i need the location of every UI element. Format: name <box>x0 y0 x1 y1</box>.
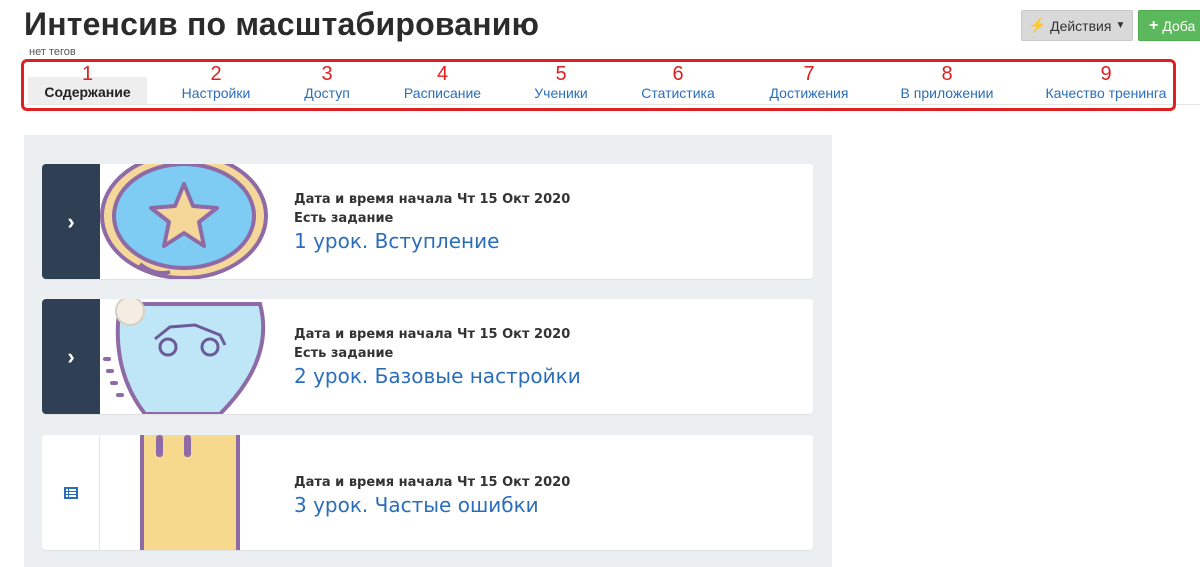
chevron-right-icon[interactable]: › <box>42 299 100 414</box>
lesson-date: Дата и время начала Чт 15 Окт 2020 <box>294 327 571 342</box>
lesson-title-link[interactable]: 3 урок. Частые ошибки <box>294 493 570 517</box>
list-icon[interactable] <box>42 435 100 550</box>
caret-down-icon: ▼ <box>1115 20 1126 31</box>
rocket-car-shield-icon <box>100 299 288 414</box>
lesson-card[interactable]: › Дата и время начала Чт 15 Окт 2020 Ест… <box>42 164 813 279</box>
lesson-card[interactable]: › Дата и время начала Чт 15 Окт 2020 Ест… <box>42 299 813 414</box>
lesson-card[interactable]: Дата и время начала Чт 15 Окт 2020 3 уро… <box>42 435 813 550</box>
add-label: Доба <box>1162 17 1196 34</box>
star-badge-icon <box>100 164 288 279</box>
tabs-highlight-frame <box>21 59 1176 111</box>
plus-icon: + <box>1149 16 1159 34</box>
actions-label: Действия <box>1050 17 1112 34</box>
lesson-meta: Дата и время начала Чт 15 Окт 2020 3 уро… <box>294 475 570 517</box>
actions-dropdown-button[interactable]: ⚡ Действия ▼ <box>1021 10 1133 41</box>
lesson-date: Дата и время начала Чт 15 Окт 2020 <box>294 192 571 207</box>
page-title: Интенсив по масштабированию <box>24 6 540 42</box>
tags-note: нет тегов <box>29 46 76 58</box>
lesson-task-flag: Есть задание <box>294 211 394 226</box>
ticket-icon <box>100 435 288 550</box>
lesson-title-link[interactable]: 1 урок. Вступление <box>294 229 570 253</box>
bolt-icon: ⚡ <box>1028 17 1047 33</box>
lesson-date: Дата и время начала Чт 15 Окт 2020 <box>294 475 571 490</box>
lesson-title-link[interactable]: 2 урок. Базовые настройки <box>294 364 581 388</box>
add-button[interactable]: + Доба <box>1138 10 1200 41</box>
lesson-task-flag: Есть задание <box>294 346 394 361</box>
lesson-meta: Дата и время начала Чт 15 Окт 2020 Есть … <box>294 192 570 253</box>
course-page: Интенсив по масштабированию нет тегов ⚡ … <box>0 0 1200 567</box>
chevron-right-icon[interactable]: › <box>42 164 100 279</box>
lesson-meta: Дата и время начала Чт 15 Окт 2020 Есть … <box>294 327 581 388</box>
